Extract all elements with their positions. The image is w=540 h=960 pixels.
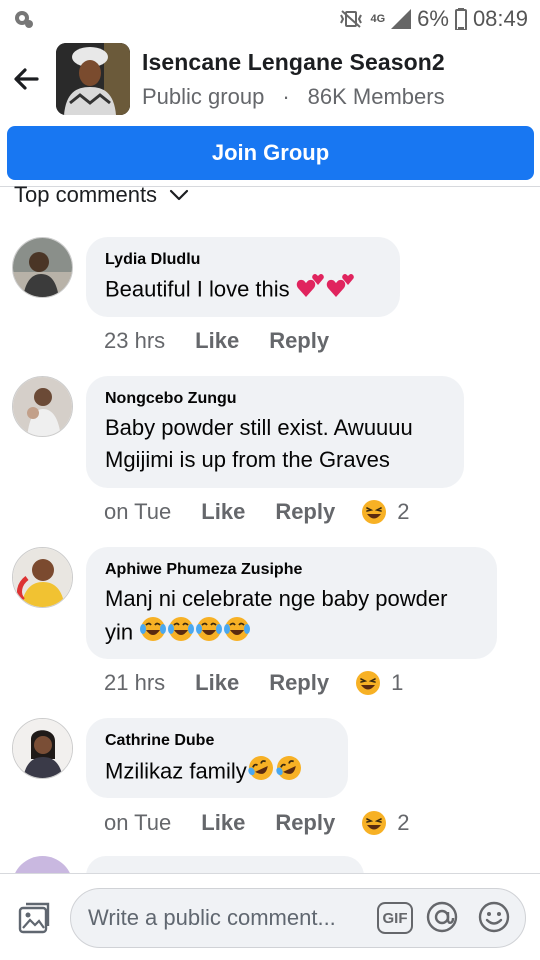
two-hearts-emoji-icon (326, 273, 356, 308)
back-button[interactable] (0, 53, 52, 105)
commenter-name[interactable]: Aphiwe Phumeza Zusiphe (105, 561, 477, 579)
comment-timestamp[interactable]: 23 hrs (104, 328, 165, 354)
reaction-count: 2 (397, 499, 410, 524)
group-members-count[interactable]: 86K Members (308, 84, 445, 110)
reply-button[interactable]: Reply (275, 499, 335, 525)
tears-of-joy-emoji-icon (223, 615, 251, 652)
comment-timestamp[interactable]: on Tue (104, 810, 171, 836)
sort-label: Top comments (14, 182, 158, 207)
avatar[interactable] (12, 237, 73, 298)
signal-icon (391, 9, 412, 29)
vibrate-mute-icon (340, 10, 363, 28)
back-arrow-icon (14, 68, 39, 90)
comment-input[interactable] (88, 905, 378, 931)
reaction-summary[interactable]: 1 (355, 670, 403, 696)
reply-button[interactable]: Reply (269, 328, 329, 354)
reaction-count: 2 (397, 810, 410, 835)
settings-notification-icon (15, 11, 33, 28)
status-bar: 4G 6% 08:49 (0, 0, 540, 38)
reaction-count: 1 (391, 670, 404, 695)
two-hearts-emoji-icon (296, 273, 326, 308)
laughing-face-icon (356, 671, 381, 695)
avatar[interactable] (12, 376, 73, 437)
comment-timestamp[interactable]: on Tue (104, 499, 171, 525)
tears-of-joy-emoji-icon (139, 615, 167, 652)
comment-text: Mzilikaz family (105, 754, 328, 791)
network-type: 4G (370, 13, 386, 25)
comment-text: Manj ni celebrate nge baby powder yin (105, 583, 477, 652)
avatar[interactable] (12, 718, 73, 779)
comment-text: Baby powder still exist. Awuuuu Mgijimi … (105, 415, 413, 472)
reaction-summary[interactable]: 2 (361, 499, 409, 525)
commenter-name[interactable]: Nongcebo Zungu (105, 390, 444, 408)
emoji-button[interactable] (477, 900, 511, 934)
comment-actions: on Tue Like Reply 2 (104, 810, 409, 836)
smiley-icon (478, 901, 510, 933)
group-header: Isencane Lengane Season2 Public group · … (0, 38, 540, 120)
join-group-button[interactable]: Join Group (7, 126, 534, 180)
like-button[interactable]: Like (195, 328, 239, 354)
chevron-down-icon (169, 189, 189, 201)
add-photo-button[interactable] (16, 900, 52, 936)
tears-of-joy-emoji-icon (195, 615, 223, 652)
commenter-name[interactable]: Lydia Dludlu (105, 251, 380, 269)
comment-bubble[interactable]: Lydia Dludlu Beautiful I love this (86, 237, 400, 317)
rolling-laughing-emoji-icon (275, 754, 303, 791)
comment-composer: GIF (0, 874, 540, 960)
commenter-name[interactable]: Cathrine Dube (105, 732, 328, 750)
reply-button[interactable]: Reply (275, 810, 335, 836)
comment-input-container[interactable]: GIF (70, 888, 526, 948)
tears-of-joy-emoji-icon (167, 615, 195, 652)
gif-button[interactable]: GIF (377, 902, 413, 934)
group-name[interactable]: Isencane Lengane Season2 (142, 49, 445, 76)
group-meta: Public group · 86K Members (142, 84, 445, 110)
comment-actions: on Tue Like Reply 2 (104, 499, 409, 525)
at-sign-icon (426, 901, 458, 933)
comment-text: Beautiful I love this (105, 273, 380, 308)
reply-button[interactable]: Reply (269, 670, 329, 696)
clock: 08:49 (472, 6, 528, 31)
laughing-face-icon (362, 500, 387, 524)
group-cover-thumbnail[interactable] (56, 43, 130, 115)
comment-bubble[interactable]: Aphiwe Phumeza Zusiphe Manj ni celebrate… (86, 547, 497, 659)
laughing-face-icon (362, 811, 387, 835)
comment-bubble[interactable]: Cathrine Dube Mzilikaz family (86, 718, 348, 798)
reaction-summary[interactable]: 2 (361, 810, 409, 836)
group-cover-image (56, 43, 130, 115)
meta-separator: · (282, 83, 290, 109)
battery-percent: 6% (417, 6, 449, 31)
like-button[interactable]: Like (201, 499, 245, 525)
avatar[interactable] (12, 547, 73, 608)
comment-sort-dropdown[interactable]: Top comments (14, 180, 189, 210)
comment-timestamp[interactable]: 21 hrs (104, 670, 165, 696)
comment-bubble[interactable]: Nongcebo Zungu Baby powder still exist. … (86, 376, 464, 488)
photo-icon (18, 902, 50, 934)
like-button[interactable]: Like (195, 670, 239, 696)
comment-actions: 21 hrs Like Reply 1 (104, 670, 403, 696)
rolling-laughing-emoji-icon (247, 754, 275, 791)
mention-button[interactable] (425, 900, 459, 934)
comment-actions: 23 hrs Like Reply (104, 328, 355, 354)
battery-icon (454, 8, 467, 30)
like-button[interactable]: Like (201, 810, 245, 836)
group-privacy: Public group (142, 83, 265, 109)
